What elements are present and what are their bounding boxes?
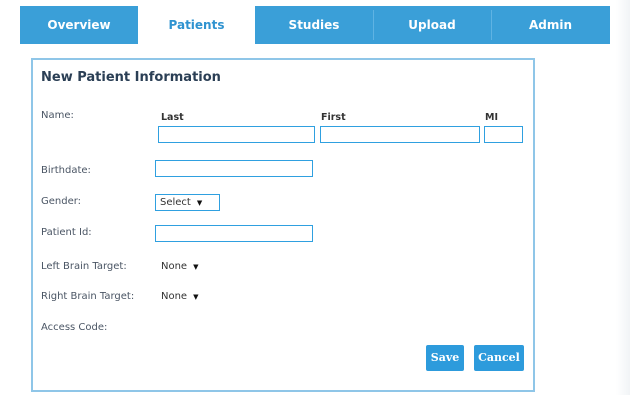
birthdate-label: Birthdate: (41, 165, 91, 176)
cancel-button[interactable]: Cancel (474, 345, 524, 371)
middle-initial-label: MI (485, 112, 498, 123)
tab-upload[interactable]: Upload (373, 6, 491, 44)
patient-id-label: Patient Id: (41, 227, 92, 238)
access-code-label: Access Code: (41, 322, 108, 333)
right-brain-target-label: Right Brain Target: (41, 291, 135, 302)
first-name-label: First (321, 112, 346, 123)
name-label: Name: (41, 110, 74, 121)
last-name-input[interactable] (158, 126, 315, 143)
page-edge-shadow (616, 0, 630, 395)
tab-studies[interactable]: Studies (255, 6, 373, 44)
left-brain-target-select[interactable]: None ▼ (161, 261, 198, 272)
middle-initial-input[interactable] (484, 126, 523, 143)
gender-select[interactable]: Select ▼ (155, 194, 220, 211)
tab-overview[interactable]: Overview (20, 6, 138, 44)
tab-admin[interactable]: Admin (491, 6, 610, 44)
left-brain-target-value: None (161, 261, 188, 272)
right-brain-target-value: None (161, 291, 188, 302)
last-name-label: Last (161, 112, 184, 123)
birthdate-input[interactable] (155, 160, 313, 177)
chevron-down-icon: ▼ (193, 263, 199, 271)
gender-select-value: Select (160, 197, 191, 208)
chevron-down-icon: ▼ (193, 293, 199, 301)
patient-id-input[interactable] (155, 225, 313, 242)
save-button[interactable]: Save (426, 345, 464, 371)
right-brain-target-select[interactable]: None ▼ (161, 291, 198, 302)
main-tab-bar: Overview Patients Studies Upload Admin (20, 6, 610, 48)
gender-label: Gender: (41, 196, 82, 207)
tab-patients[interactable]: Patients (138, 6, 255, 48)
new-patient-form: New Patient Information Name: Last First… (31, 58, 535, 392)
chevron-down-icon: ▼ (196, 199, 203, 207)
form-title: New Patient Information (41, 70, 221, 85)
left-brain-target-label: Left Brain Target: (41, 261, 127, 272)
first-name-input[interactable] (320, 126, 480, 143)
